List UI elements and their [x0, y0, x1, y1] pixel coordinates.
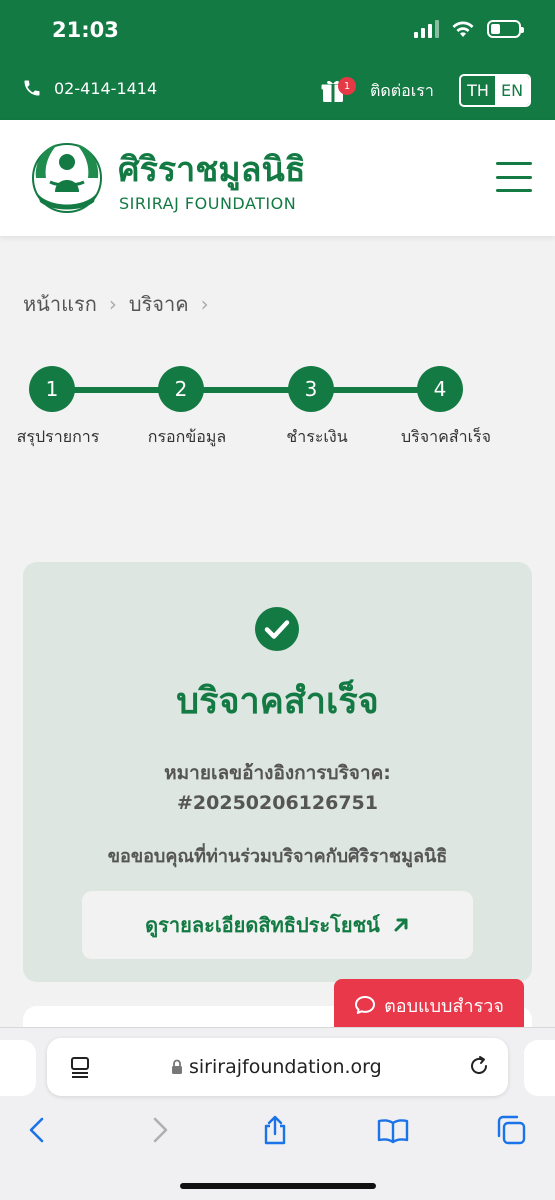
step-1-label: สรุปรายการ [16, 427, 100, 446]
tabs-icon[interactable] [495, 1114, 527, 1146]
bookmarks-icon[interactable] [377, 1114, 409, 1146]
arrow-up-right-icon [394, 918, 408, 932]
success-title: บริจาคสำเร็จ [176, 681, 379, 722]
url-text: sirirajfoundation.org [189, 1056, 382, 1078]
view-benefits-button[interactable]: ดูรายละเอียดสิทธิประโยชน์ [82, 891, 473, 959]
chat-bubble-icon [355, 996, 376, 1014]
lock-icon [172, 1059, 182, 1074]
step-4-label: บริจาคสำเร็จ [401, 427, 491, 446]
battery-icon [487, 20, 524, 38]
thank-you-message: ขอขอบคุณที่ท่านร่วมบริจาคกับศิริราชมูลนิ… [107, 846, 448, 867]
reference-number: #20250206126751 [176, 792, 378, 814]
step-2-circle: 2 [158, 366, 204, 412]
stepper-progress-line [52, 387, 440, 393]
cellular-signal-icon [414, 20, 439, 38]
status-icons [414, 20, 524, 38]
brand-name-thai: ศิริราชมูลนิธิ [118, 150, 306, 190]
reference-label: หมายเลขอ้างอิงการบริจาค: [164, 762, 391, 784]
page-menu-icon[interactable] [69, 1056, 91, 1078]
siriraj-logo-icon[interactable] [28, 138, 106, 218]
chevron-right-icon: › [200, 292, 209, 316]
contact-link[interactable]: ติดต่อเรา [370, 79, 434, 104]
site-header: ศิริราชมูลนิธิ SIRIRAJ FOUNDATION [0, 120, 555, 236]
status-time: 21:03 [52, 18, 119, 42]
forward-icon[interactable] [143, 1114, 175, 1146]
survey-button[interactable]: ตอบแบบสำรวจ [334, 979, 524, 1031]
browser-toolbar: sirirajfoundation.org [0, 1027, 555, 1200]
check-circle-icon [255, 607, 299, 651]
url-display[interactable]: sirirajfoundation.org [171, 1056, 382, 1078]
language-switch[interactable]: TH EN [459, 74, 531, 107]
brand-name-english: SIRIRAJ FOUNDATION [119, 194, 297, 213]
reload-icon[interactable] [467, 1054, 491, 1078]
previous-tab-preview[interactable] [0, 1040, 36, 1096]
gift-badge: 1 [338, 77, 356, 95]
phone-icon [24, 80, 40, 96]
address-bar[interactable]: sirirajfoundation.org [47, 1038, 508, 1096]
back-icon[interactable] [22, 1114, 54, 1146]
next-tab-preview[interactable] [524, 1040, 555, 1096]
share-icon[interactable] [259, 1114, 291, 1146]
breadcrumb-home[interactable]: หน้าแรก [23, 288, 97, 320]
lang-en-option[interactable]: EN [495, 76, 529, 105]
step-1-circle: 1 [29, 366, 75, 412]
phone-link[interactable]: 02-414-1414 [22, 78, 157, 98]
step-3-label: ชำระเงิน [286, 427, 348, 446]
donation-success-card: บริจาคสำเร็จ หมายเลขอ้างอิงการบริจาค: #2… [23, 562, 532, 982]
menu-hamburger-icon[interactable] [496, 162, 532, 192]
survey-label: ตอบแบบสำรวจ [384, 995, 504, 1017]
lang-th-option[interactable]: TH [461, 76, 495, 105]
view-benefits-label: ดูรายละเอียดสิทธิประโยชน์ [145, 913, 380, 937]
chevron-right-icon: › [108, 292, 117, 316]
breadcrumb-donate[interactable]: บริจาค [129, 288, 189, 320]
breadcrumb: หน้าแรก › บริจาค › [23, 288, 209, 320]
wifi-icon [452, 21, 474, 37]
phone-number: 02-414-1414 [54, 78, 158, 98]
step-2-label: กรอกข้อมูล [147, 427, 227, 446]
step-3-circle: 3 [288, 366, 334, 412]
step-4-circle: 4 [417, 366, 463, 412]
home-indicator [180, 1183, 376, 1189]
